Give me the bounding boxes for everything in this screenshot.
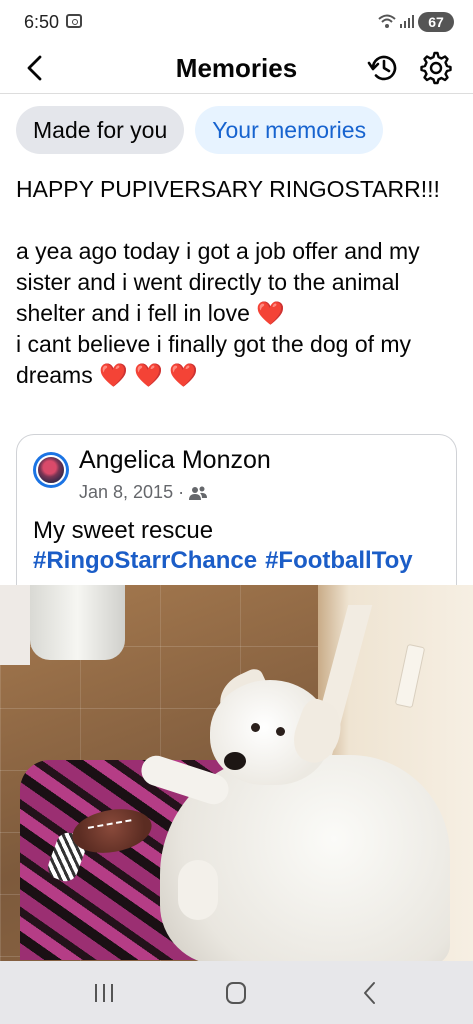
photo-cabinet — [0, 585, 30, 665]
photo-dog-eye — [276, 727, 285, 736]
friends-icon — [189, 486, 208, 500]
hashtag-link[interactable]: #RingoStarrChance — [33, 545, 257, 577]
status-time: 6:50 — [24, 12, 60, 32]
back-icon[interactable] — [346, 975, 394, 1011]
status-bar: 6:50 67 — [0, 0, 473, 42]
gear-icon[interactable] — [418, 50, 454, 86]
memories-tabs: Made for you Your memories — [16, 106, 384, 154]
photo-dog-nose — [224, 752, 246, 770]
tab-made-for-you[interactable]: Made for you — [16, 106, 185, 154]
photo-dog-eye — [251, 723, 260, 732]
hashtag-link[interactable]: #FootballToy — [265, 545, 413, 577]
post-photo[interactable] — [0, 585, 473, 961]
wifi-icon — [378, 14, 396, 28]
avatar[interactable] — [33, 452, 69, 488]
system-nav-bar — [0, 961, 473, 1024]
page-title: Memories — [175, 53, 298, 83]
tab-your-memories[interactable]: Your memories — [195, 106, 384, 154]
battery-indicator: 67 — [418, 12, 454, 32]
history-icon[interactable] — [366, 50, 402, 86]
recents-icon[interactable] — [80, 975, 128, 1011]
shared-post-caption: My sweet rescue — [33, 517, 214, 544]
photo-trash-can — [30, 585, 125, 660]
author-name[interactable]: Angelica Monzon — [79, 446, 271, 475]
post-text: HAPPY PUPIVERSARY RINGOSTARR!!! a yea ag… — [16, 176, 440, 388]
shared-post-card[interactable]: Angelica Monzon Jan 8, 2015 · My sweet r… — [16, 434, 457, 604]
signal-icon — [400, 15, 414, 28]
post-meta: Jan 8, 2015 · — [79, 482, 208, 503]
photo-dog-paw — [178, 860, 218, 920]
home-icon[interactable] — [212, 975, 260, 1011]
hashtags: #RingoStarrChance #FootballToy — [33, 545, 413, 577]
screenshot-notification-icon — [66, 14, 82, 28]
header: Memories — [0, 42, 473, 94]
post-date: Jan 8, 2015 · — [79, 482, 185, 502]
